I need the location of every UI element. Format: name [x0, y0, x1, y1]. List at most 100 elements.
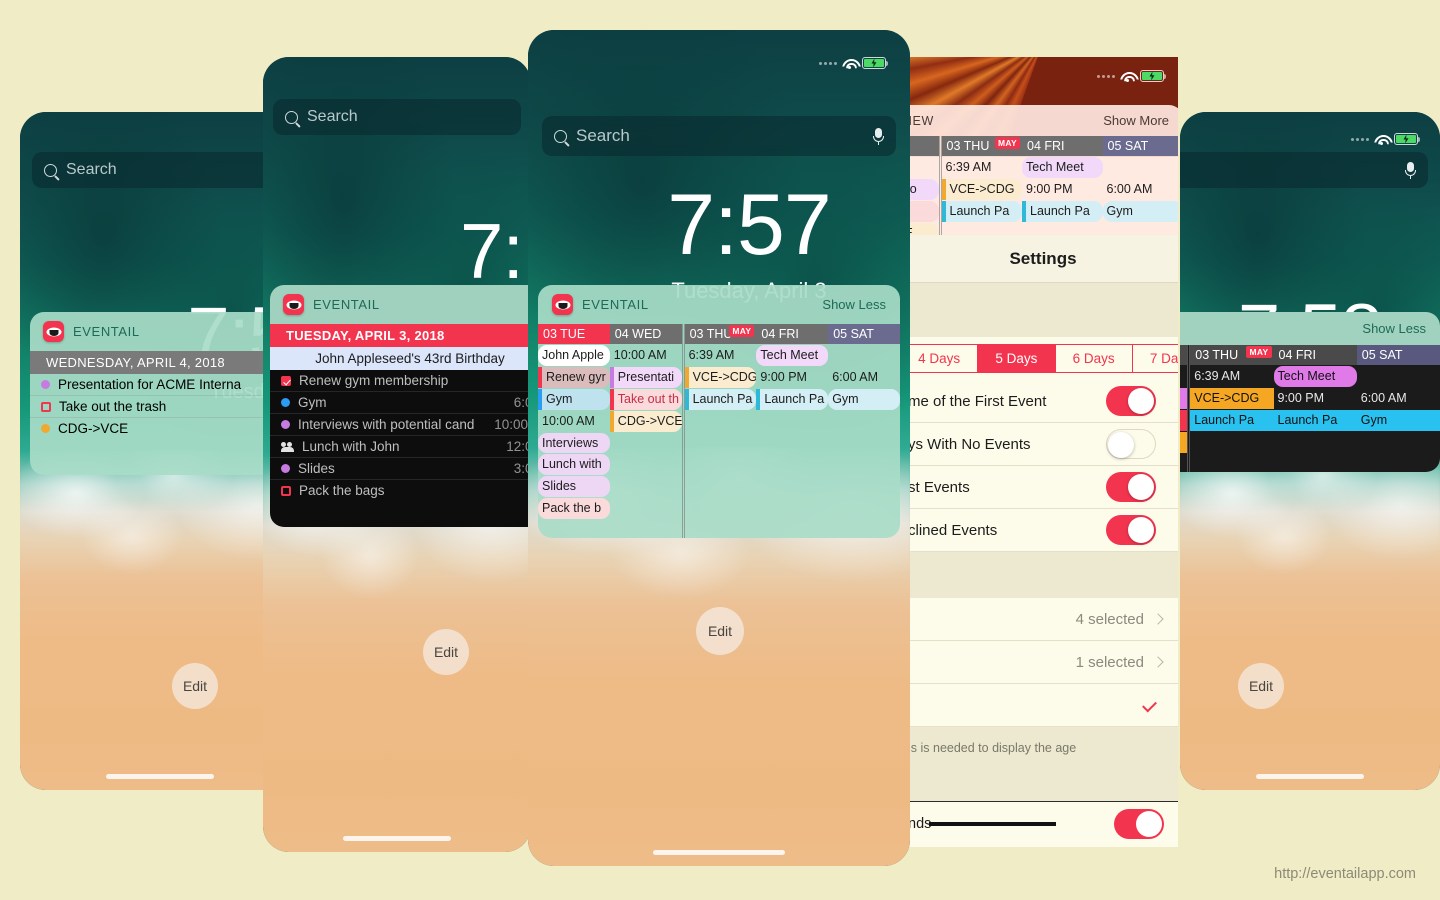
edit-button[interactable]: Edit: [1238, 663, 1284, 709]
edit-button[interactable]: Edit: [423, 629, 469, 675]
event-row[interactable]: Take out the trash: [30, 396, 300, 418]
settings-toggle-row[interactable]: ys With No Events: [908, 423, 1178, 466]
event-row[interactable]: CDG->VCE 6:20 PM: [30, 418, 300, 439]
event-row[interactable]: Renew gym membership: [270, 370, 531, 392]
event-cell[interactable]: Renew gyr: [538, 366, 610, 388]
edit-button[interactable]: Edit: [172, 663, 218, 709]
search-bar[interactable]: Search: [273, 99, 521, 135]
event-cell[interactable]: [1357, 366, 1440, 387]
birthday-row[interactable]: John Appleseed's 43rd Birthday: [270, 347, 531, 370]
search-bar[interactable]: Search: [1180, 152, 1428, 188]
day-column[interactable]: 04 FRI Tech Meet 9:00 PM Launch Pa: [1273, 345, 1357, 472]
day-column[interactable]: 05 SAT 6:00 AM Gym: [1356, 345, 1440, 472]
event-cell[interactable]: 6:39 AM: [942, 157, 1023, 178]
event-cell[interactable]: 6:00 AM: [828, 367, 900, 388]
event-cell[interactable]: 00 AM: [908, 157, 939, 178]
event-cell[interactable]: Gym: [828, 388, 900, 410]
event-cell[interactable]: Launch Pa: [941, 200, 1022, 222]
event-cell[interactable]: Launch Pa: [684, 388, 757, 410]
event-row[interactable]: Presentation for ACME Interna 10:00 AM: [30, 374, 300, 396]
event-cell[interactable]: [1103, 157, 1179, 178]
event-cell[interactable]: CDG->VCE: [1180, 431, 1188, 453]
day-column[interactable]: 05 SAT 6:00 AM Gym: [828, 324, 900, 538]
search-bar[interactable]: Search: [32, 152, 288, 188]
reminder-checkbox-icon[interactable]: [281, 485, 291, 496]
eventail-widget[interactable]: EVENTAIL WEDNESDAY, APRIL 4, 2018 Presen…: [30, 312, 300, 475]
event-cell[interactable]: Gym: [1356, 409, 1440, 431]
days-segmented-control[interactable]: 4 Days5 Days6 Days7 Days: [908, 337, 1178, 380]
event-cell[interactable]: 6:00 AM: [1357, 388, 1440, 409]
event-cell[interactable]: Gym: [1102, 200, 1178, 222]
settings-toggle-row[interactable]: me of the First Event: [908, 380, 1178, 423]
event-cell[interactable]: Presentati: [609, 366, 682, 388]
reminder-checkbox-icon[interactable]: [41, 401, 51, 412]
edit-button[interactable]: Edit: [696, 607, 744, 655]
segment-6-days[interactable]: 6 Days: [1054, 345, 1132, 372]
event-cell[interactable]: Take out th: [609, 388, 682, 410]
event-cell[interactable]: Launch Pa: [1273, 409, 1357, 431]
event-row[interactable]: Slides 3:00: [270, 458, 531, 480]
event-cell[interactable]: Launch Pa: [1022, 200, 1103, 222]
event-cell[interactable]: Tech Meet: [1273, 366, 1357, 387]
day-column[interactable]: 04 WED0:00 AMPresentatioake out thCDG->V…: [1180, 345, 1188, 472]
event-cell[interactable]: CDG->VCE: [609, 410, 682, 432]
event-cell[interactable]: VCE->CDG: [941, 178, 1022, 200]
event-cell[interactable]: 6:39 AM: [1190, 366, 1273, 387]
event-cell[interactable]: Interviews: [538, 432, 610, 454]
event-cell[interactable]: John Apple: [538, 345, 610, 366]
eventail-widget[interactable]: AIL Show Less 04 WED0:00 AMPresentatioak…: [1180, 312, 1440, 472]
toggle-switch[interactable]: [1106, 386, 1156, 416]
eventail-widget[interactable]: EVENTAIL Show Less 03 TUE John Apple Renew…: [538, 285, 900, 538]
event-row[interactable]: Pack the bags: [270, 480, 531, 501]
toggle-switch[interactable]: [1106, 515, 1156, 545]
search-bar[interactable]: Search: [542, 116, 896, 156]
microphone-icon[interactable]: [873, 127, 884, 145]
settings-disclosure-row[interactable]: 1 selected: [908, 641, 1178, 684]
segment-5-days[interactable]: 5 Days: [977, 345, 1055, 372]
event-cell[interactable]: 6:39 AM: [685, 345, 757, 366]
toggle-switch[interactable]: [1106, 472, 1156, 502]
show-less-button[interactable]: Show Less: [1362, 321, 1426, 336]
day-column[interactable]: 04 WED 10:00 AM Presentati Take out th CDG->…: [609, 324, 682, 538]
event-cell[interactable]: ake out th: [1180, 409, 1188, 431]
event-cell[interactable]: Tech Meet: [1022, 157, 1103, 178]
event-cell[interactable]: Launch Pa: [1190, 409, 1274, 431]
bottom-row-toggle[interactable]: [1114, 808, 1164, 839]
microphone-icon[interactable]: [1405, 161, 1416, 179]
settings-toggle-row[interactable]: st Events: [908, 466, 1178, 509]
segment-4-days[interactable]: 4 Days: [908, 345, 978, 372]
show-more-button[interactable]: Show More: [1103, 113, 1169, 128]
event-cell[interactable]: e out th: [908, 200, 939, 222]
eventail-widget[interactable]: EVENTAIL TUESDAY, APRIL 3, 2018 John App…: [270, 285, 531, 527]
reminder-checkbox-checked-icon[interactable]: [281, 375, 291, 386]
event-cell[interactable]: 9:00 PM: [1274, 388, 1357, 409]
event-cell[interactable]: 0:00 AM: [1180, 366, 1187, 387]
event-cell[interactable]: Gym: [538, 388, 610, 410]
event-cell[interactable]: Slides: [538, 476, 610, 498]
segment-7-days[interactable]: 7 Days: [1131, 345, 1178, 372]
show-less-button[interactable]: Show Less: [822, 297, 886, 312]
event-cell[interactable]: Pack the b: [538, 498, 610, 519]
event-cell[interactable]: 10:00 AM: [538, 411, 610, 432]
event-cell[interactable]: 6:00 AM: [1103, 179, 1179, 200]
event-cell[interactable]: Tech Meet: [756, 345, 829, 366]
day-column[interactable]: 03 THU MAY 6:39 AM VCE->CDG Launch Pa: [681, 324, 757, 538]
event-cell[interactable]: 9:00 PM: [1022, 179, 1103, 200]
event-cell[interactable]: 9:00 PM: [756, 367, 828, 388]
event-cell[interactable]: Launch Pa: [756, 388, 829, 410]
day-column[interactable]: 03 TUE John Apple Renew gyr Gym 10:00 AM Inte…: [538, 324, 610, 538]
day-column[interactable]: 04 FRI Tech Meet 9:00 PM Launch Pa: [756, 324, 829, 538]
settings-bottom-toggle-row[interactable]: nds: [908, 801, 1178, 845]
toggle-switch[interactable]: [1106, 429, 1156, 459]
event-cell[interactable]: [828, 345, 900, 366]
event-cell[interactable]: 10:00 AM: [610, 345, 682, 366]
event-cell[interactable]: VCE->CDG: [684, 366, 757, 388]
day-column[interactable]: 03 THU MAY 6:39 AM VCE->CDG Launch Pa: [1187, 345, 1274, 472]
settings-disclosure-row[interactable]: 4 selected: [908, 598, 1178, 641]
event-row[interactable]: Interviews with potential cand 10:00 A: [270, 414, 531, 436]
event-cell[interactable]: esentatio: [908, 178, 939, 200]
event-row[interactable]: Lunch with John 12:00: [270, 436, 531, 458]
event-cell[interactable]: Presentatio: [1180, 387, 1188, 409]
settings-toggle-row[interactable]: clined Events: [908, 509, 1178, 552]
settings-check-row[interactable]: [908, 684, 1178, 727]
